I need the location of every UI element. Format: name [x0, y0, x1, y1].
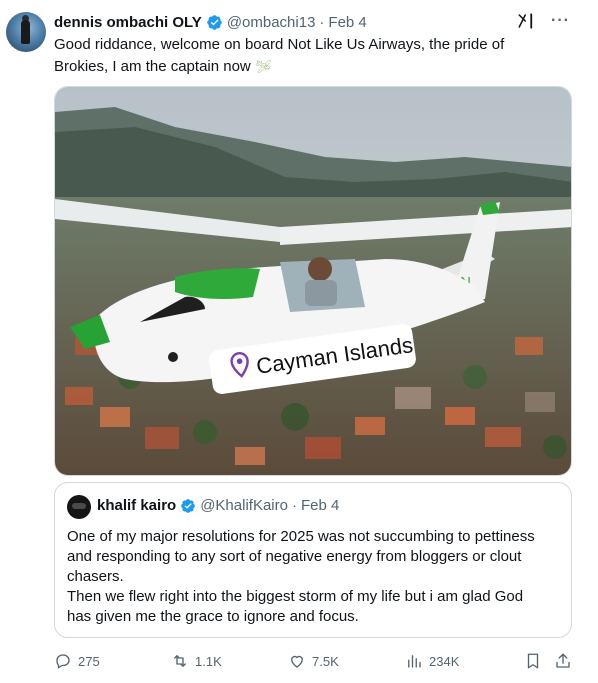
tweet-text-line-last: Brokies, I am the captain now 🛩 — [54, 56, 554, 78]
repost-button[interactable]: 1.1K — [171, 652, 222, 670]
quoted-text-line: chasers. — [67, 568, 124, 585]
tweet-card[interactable]: dennis ombachi OLY @ombachi13 · Feb 4 ··… — [0, 0, 598, 683]
share-icon[interactable] — [554, 652, 572, 670]
reply-count: 275 — [78, 653, 100, 669]
quoted-text-line: Then we flew right into the biggest stor… — [67, 588, 524, 605]
plane-scene-illustration: ЮN Cayman Islands — [55, 87, 571, 475]
repost-count: 1.1K — [195, 653, 222, 669]
tweet-header: dennis ombachi OLY @ombachi13 · Feb 4 — [54, 12, 367, 32]
quoted-tweet-text: One of my major resolutions for 2025 was… — [67, 527, 563, 627]
reply-icon — [56, 654, 70, 669]
verified-badge-icon — [207, 14, 222, 30]
tweet-actions: 275 1.1K 7.5K 234K — [54, 652, 574, 672]
tweet-date[interactable]: Feb 4 — [328, 14, 366, 31]
views-count: 234K — [429, 653, 460, 669]
quoted-text-line: and responding to any sort of negative e… — [67, 548, 522, 565]
heart-icon — [291, 655, 303, 668]
author-handle[interactable]: @ombachi13 — [227, 14, 316, 31]
grok-icon[interactable] — [517, 12, 535, 30]
quoted-author-handle[interactable]: @KhalifKairo — [200, 497, 288, 514]
quoted-author-avatar[interactable] — [67, 495, 91, 519]
header-separator: · — [319, 13, 325, 31]
quoted-avatar-logo — [72, 503, 86, 509]
quoted-tweet-header: khalif kairo @KhalifKairo · Feb 4 — [97, 497, 339, 514]
reply-button[interactable]: 275 — [54, 652, 100, 670]
quoted-tweet[interactable]: khalif kairo @KhalifKairo · Feb 4 One of… — [54, 482, 572, 638]
tweet-text-line: Brokies, I am the captain now — [54, 58, 251, 75]
airplane-emoji: 🛩 — [254, 59, 272, 74]
views-button[interactable]: 234K — [405, 652, 459, 670]
views-chart-icon — [408, 655, 421, 668]
like-count: 7.5K — [312, 653, 339, 669]
quoted-text-line: has given me the grace to ignore and foc… — [67, 608, 359, 625]
verified-badge-icon — [181, 498, 196, 513]
tweet-text-line: Good riddance, welcome on board Not Like… — [54, 36, 505, 53]
tweet-image[interactable]: ЮN Cayman Islands — [54, 86, 572, 476]
avatar-figure — [21, 20, 30, 44]
like-button[interactable]: 7.5K — [288, 652, 339, 670]
tweet-top-actions: ··· — [517, 12, 570, 30]
author-avatar[interactable] — [6, 12, 46, 52]
tweet-text: Good riddance, welcome on board Not Like… — [54, 34, 554, 78]
bookmark-icon[interactable] — [524, 652, 542, 670]
repost-icon — [174, 655, 186, 667]
quoted-tweet-date[interactable]: Feb 4 — [301, 497, 339, 514]
author-name[interactable]: dennis ombachi OLY — [54, 14, 202, 31]
quoted-author-name[interactable]: khalif kairo — [97, 497, 176, 514]
quoted-text-line: One of my major resolutions for 2025 was… — [67, 528, 535, 545]
more-options-icon[interactable]: ··· — [551, 12, 570, 30]
quoted-header-separator: · — [291, 497, 297, 514]
